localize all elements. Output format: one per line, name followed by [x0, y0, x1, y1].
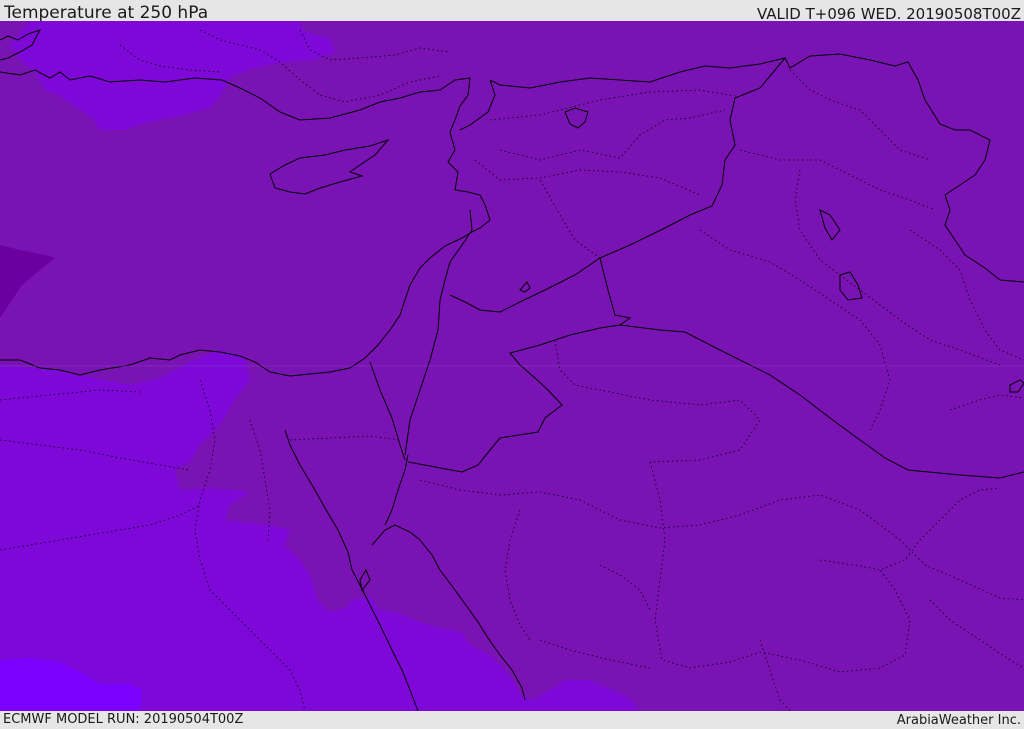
footer-bar: ECMWF MODEL RUN: 20190504T00Z ArabiaWeat… [0, 711, 1024, 729]
weather-map[interactable] [0, 21, 1024, 711]
map-title: Temperature at 250 hPa [4, 3, 209, 23]
credit-label: ArabiaWeather Inc. [896, 713, 1021, 728]
temperature-field-map [0, 21, 1024, 711]
header-bar: Temperature at 250 hPa VALID T+096 WED. … [0, 0, 1024, 23]
model-run-label: ECMWF MODEL RUN: 20190504T00Z [3, 712, 244, 727]
